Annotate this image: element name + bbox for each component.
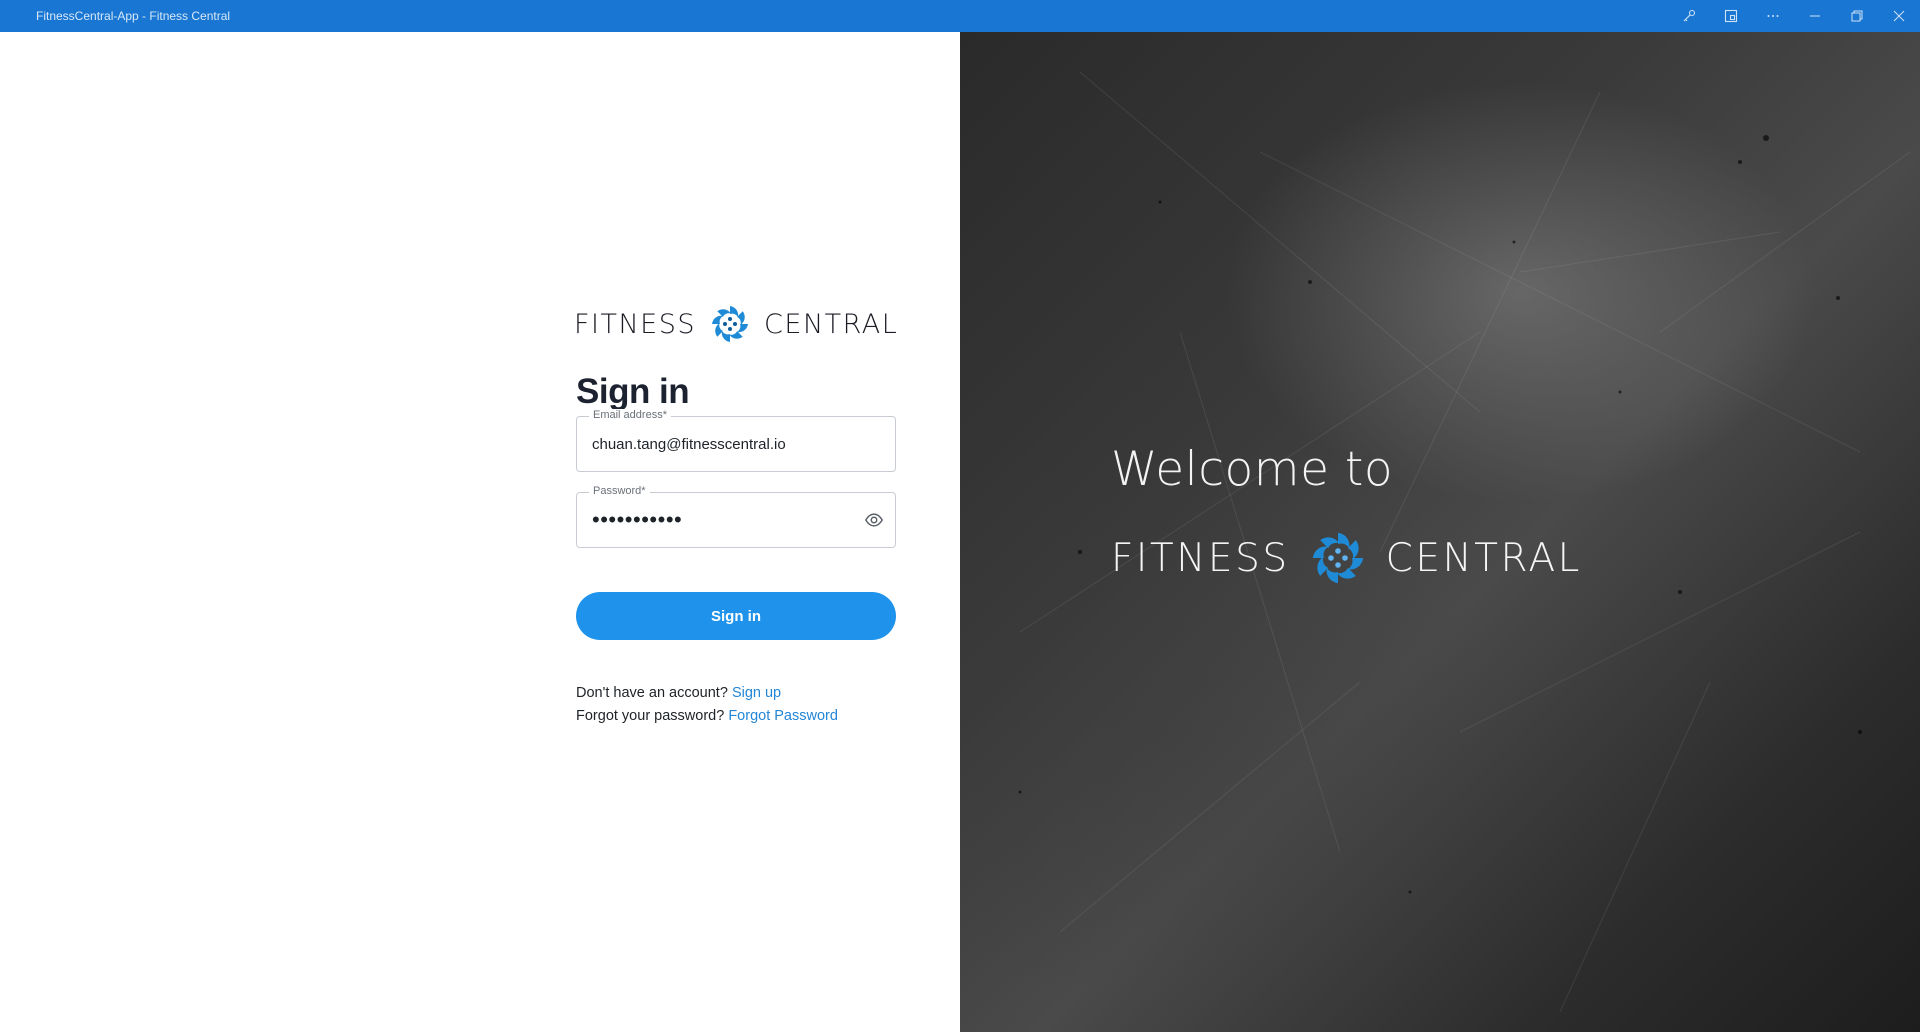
brand-word-left: FITNESS <box>574 308 697 340</box>
page-title: Sign in <box>576 372 690 411</box>
brand-logo: FITNESS CENTRAL <box>574 302 898 346</box>
signup-link[interactable]: Sign up <box>732 685 781 701</box>
cast-icon[interactable] <box>1710 0 1752 32</box>
hero-brand-logo: FITNESS CENTRAL <box>1111 528 1582 588</box>
welcome-heading: Welcome to <box>1111 442 1394 497</box>
window-controls <box>1668 0 1920 32</box>
brand-word-right: CENTRAL <box>764 308 899 340</box>
forgot-row: Forgot your password? Forgot Password <box>576 705 838 728</box>
window-titlebar: FitnessCentral-App - Fitness Central <box>0 0 1920 32</box>
hero-fan-logo-icon <box>1312 532 1363 584</box>
email-field[interactable]: Email address* chuan.tang@fitnesscentral… <box>576 409 896 472</box>
forgot-prompt: Forgot your password? <box>576 708 725 724</box>
hero-brand-word-right: CENTRAL <box>1385 535 1582 581</box>
show-password-eye-icon[interactable] <box>863 509 885 531</box>
password-label: Password* <box>589 485 650 497</box>
signup-prompt: Don't have an account? <box>576 685 728 701</box>
password-value[interactable]: ••••••••••• <box>592 507 682 533</box>
forgot-password-link[interactable]: Forgot Password <box>728 708 838 724</box>
hero-brand-word-left: FITNESS <box>1111 535 1290 581</box>
close-icon[interactable] <box>1878 0 1920 32</box>
email-label: Email address* <box>589 409 671 421</box>
hero-pane: Welcome to FITNESS CENTRAL <box>960 32 1920 1032</box>
key-icon[interactable] <box>1668 0 1710 32</box>
account-links: Don't have an account? Sign up Forgot yo… <box>576 682 838 728</box>
more-icon[interactable] <box>1752 0 1794 32</box>
signup-row: Don't have an account? Sign up <box>576 682 838 705</box>
minimize-icon[interactable] <box>1794 0 1836 32</box>
password-field[interactable]: Password* ••••••••••• <box>576 485 896 548</box>
restore-icon[interactable] <box>1836 0 1878 32</box>
window-title: FitnessCentral-App - Fitness Central <box>36 9 231 23</box>
signin-button[interactable]: Sign in <box>576 592 896 640</box>
fan-logo-icon <box>712 306 749 342</box>
email-value[interactable]: chuan.tang@fitnesscentral.io <box>592 436 786 453</box>
